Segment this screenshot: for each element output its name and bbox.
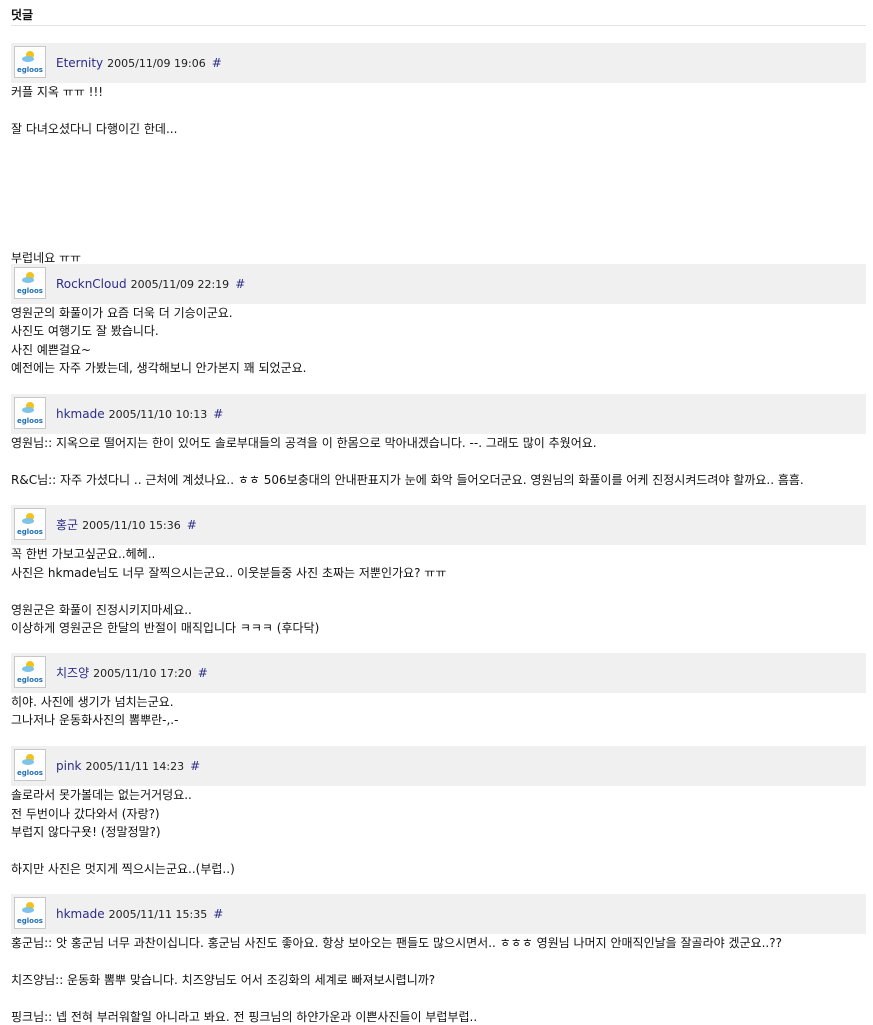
comment-date: 2005/11/10 17:20 — [93, 667, 192, 680]
comment-author-link[interactable]: pink — [56, 759, 82, 773]
comment-meta: pink 2005/11/11 14:23 # — [56, 746, 200, 786]
avatar[interactable]: egloos — [14, 749, 46, 781]
comment-body-line: 영원군은 화풀이 진정시키지마세요.. — [11, 602, 192, 617]
comment-header: egloos pink 2005/11/11 14:23 # — [11, 746, 866, 786]
comment-date: 2005/11/09 19:06 — [107, 57, 206, 70]
comment-meta: hkmade 2005/11/11 15:35 # — [56, 894, 223, 934]
egloos-logo-icon: egloos — [17, 51, 43, 74]
comment-body-line: 영원군의 화풀이가 요즘 더욱 더 기승이군요. — [11, 306, 233, 320]
comment-body-line: 영원님:: 지옥으로 떨어지는 한이 있어도 솔로부대들의 공격을 이 한몸으로… — [11, 436, 597, 450]
logo-wordmark: egloos — [17, 676, 43, 684]
logo-wordmark: egloos — [17, 769, 43, 777]
comment-date: 2005/11/11 14:23 — [85, 760, 185, 773]
comment-header: egloos 치즈양 2005/11/10 17:20 # — [11, 653, 866, 693]
comment-permalink[interactable]: # — [190, 759, 200, 773]
comment-permalink[interactable]: # — [235, 277, 245, 291]
comment-meta: Eternity 2005/11/09 19:06 # — [56, 43, 222, 83]
comment-header: egloos RocknCloud 2005/11/09 22:19 # — [11, 264, 866, 304]
comment-header: egloos hkmade 2005/11/11 15:35 # — [11, 894, 866, 934]
logo-cloud-shape — [22, 407, 34, 413]
comment-author-link[interactable]: RocknCloud — [56, 277, 127, 291]
avatar[interactable]: egloos — [14, 267, 46, 299]
egloos-logo-icon: egloos — [17, 661, 43, 684]
comment-body-line: 잘 다녀오셨다니 다행이긴 한데... — [11, 121, 178, 136]
comment-header: egloos 홍군 2005/11/10 15:36 # — [11, 505, 866, 545]
logo-wordmark: egloos — [17, 66, 43, 74]
comment-date: 2005/11/11 15:35 — [108, 908, 208, 921]
logo-wordmark: egloos — [17, 917, 43, 925]
avatar[interactable]: egloos — [14, 656, 46, 688]
comment-body-line: 사진은 hkmade님도 너무 잘찍으시는군요.. 이웃분들중 사진 초짜는 저… — [11, 565, 447, 580]
section-title: 덧글 — [11, 6, 866, 26]
comment-body-line: 예전에는 자주 가봤는데, 생각해보니 안가본지 꽤 되었군요. — [11, 360, 307, 375]
comment-permalink[interactable]: # — [198, 666, 208, 680]
egloos-logo-icon: egloos — [17, 902, 43, 925]
comment-body-line: 사진도 여행기도 잘 봤습니다. — [11, 324, 159, 339]
comment-permalink[interactable]: # — [187, 518, 197, 532]
avatar[interactable]: egloos — [14, 46, 46, 78]
comment-author-link[interactable]: Eternity — [56, 56, 103, 70]
comment-body-line: 이상하게 영원군은 한달의 반절이 매직입니다 ㅋㅋㅋ (후다닥) — [11, 621, 320, 635]
comment-body-line: 홍군님:: 앗 홍군님 너무 과찬이십니다. 홍군님 사진도 좋아요. 항상 보… — [11, 936, 782, 950]
comment-body-line: 사진 예쁜걸요~ — [11, 342, 92, 357]
comment-author-link[interactable]: 치즈양 — [56, 666, 89, 680]
avatar[interactable]: egloos — [14, 397, 46, 429]
logo-cloud-shape — [22, 759, 34, 765]
egloos-logo-icon: egloos — [17, 754, 43, 777]
comment-body-line: R&C님:: 자주 가셨다니 .. 근처에 계셨나요.. ㅎㅎ 506보충대의 … — [11, 473, 804, 487]
logo-wordmark: egloos — [17, 417, 43, 425]
comment-author-link[interactable]: hkmade — [56, 907, 105, 921]
comment-author-link[interactable]: 홍군 — [56, 518, 78, 532]
comment-meta: 치즈양 2005/11/10 17:20 # — [56, 653, 208, 693]
egloos-logo-icon: egloos — [17, 272, 43, 295]
comment-body-line: 솔로라서 못가볼데는 없는거거덩요.. — [11, 788, 192, 802]
logo-cloud-shape — [22, 518, 34, 524]
comment-date: 2005/11/10 10:13 — [108, 408, 208, 421]
comment-meta: hkmade 2005/11/10 10:13 # — [56, 394, 223, 434]
comment-body-line: 부럽지 않다구욧! (정말정말?) — [11, 825, 161, 839]
comment-date: 2005/11/10 15:36 — [82, 519, 181, 532]
comment-permalink[interactable]: # — [212, 56, 222, 70]
comment-author-link[interactable]: hkmade — [56, 407, 105, 421]
comment-permalink[interactable]: # — [213, 407, 223, 421]
comment-body-line: 꼭 한번 가보고싶군요..헤헤.. — [11, 547, 156, 561]
egloos-logo-icon: egloos — [17, 513, 43, 536]
comment-meta: 홍군 2005/11/10 15:36 # — [56, 505, 197, 545]
comment-body-line: 치즈양님:: 운동화 뽐뿌 맞습니다. 치즈양님도 어서 조깅화의 세계로 빠져… — [11, 973, 436, 987]
comment-body-line: 하지만 사진은 멋지게 찍으시는군요..(부럽..) — [11, 862, 235, 876]
logo-wordmark: egloos — [17, 287, 43, 295]
comment-date: 2005/11/09 22:19 — [130, 278, 230, 291]
logo-cloud-shape — [22, 907, 34, 913]
comment-header: egloos hkmade 2005/11/10 10:13 # — [11, 394, 866, 434]
comment-permalink[interactable]: # — [213, 907, 223, 921]
comment-body-line: 핑크님:: 넵 전혀 부러워할일 아니라고 봐요. 전 핑크님의 하얀가운과 이… — [11, 1010, 478, 1024]
comment-meta: RocknCloud 2005/11/09 22:19 # — [56, 264, 245, 304]
egloos-logo-icon: egloos — [17, 402, 43, 425]
logo-wordmark: egloos — [17, 528, 43, 536]
comment-body-line: 전 두번이나 갔다와서 (자랑?) — [11, 806, 160, 821]
logo-cloud-shape — [22, 56, 34, 62]
logo-cloud-shape — [22, 666, 34, 672]
comment-header: egloos Eternity 2005/11/09 19:06 # — [11, 43, 866, 83]
avatar[interactable]: egloos — [14, 897, 46, 929]
logo-cloud-shape — [22, 277, 34, 283]
avatar[interactable]: egloos — [14, 508, 46, 540]
comment-body-line: 커플 지옥 ㅠㅠ !!! — [11, 85, 104, 99]
comment-body-line: 히야. 사진에 생기가 넘치는군요. — [11, 695, 174, 709]
comment-body-line: 그나저나 운동화사진의 뽐뿌란-,.- — [11, 713, 179, 727]
